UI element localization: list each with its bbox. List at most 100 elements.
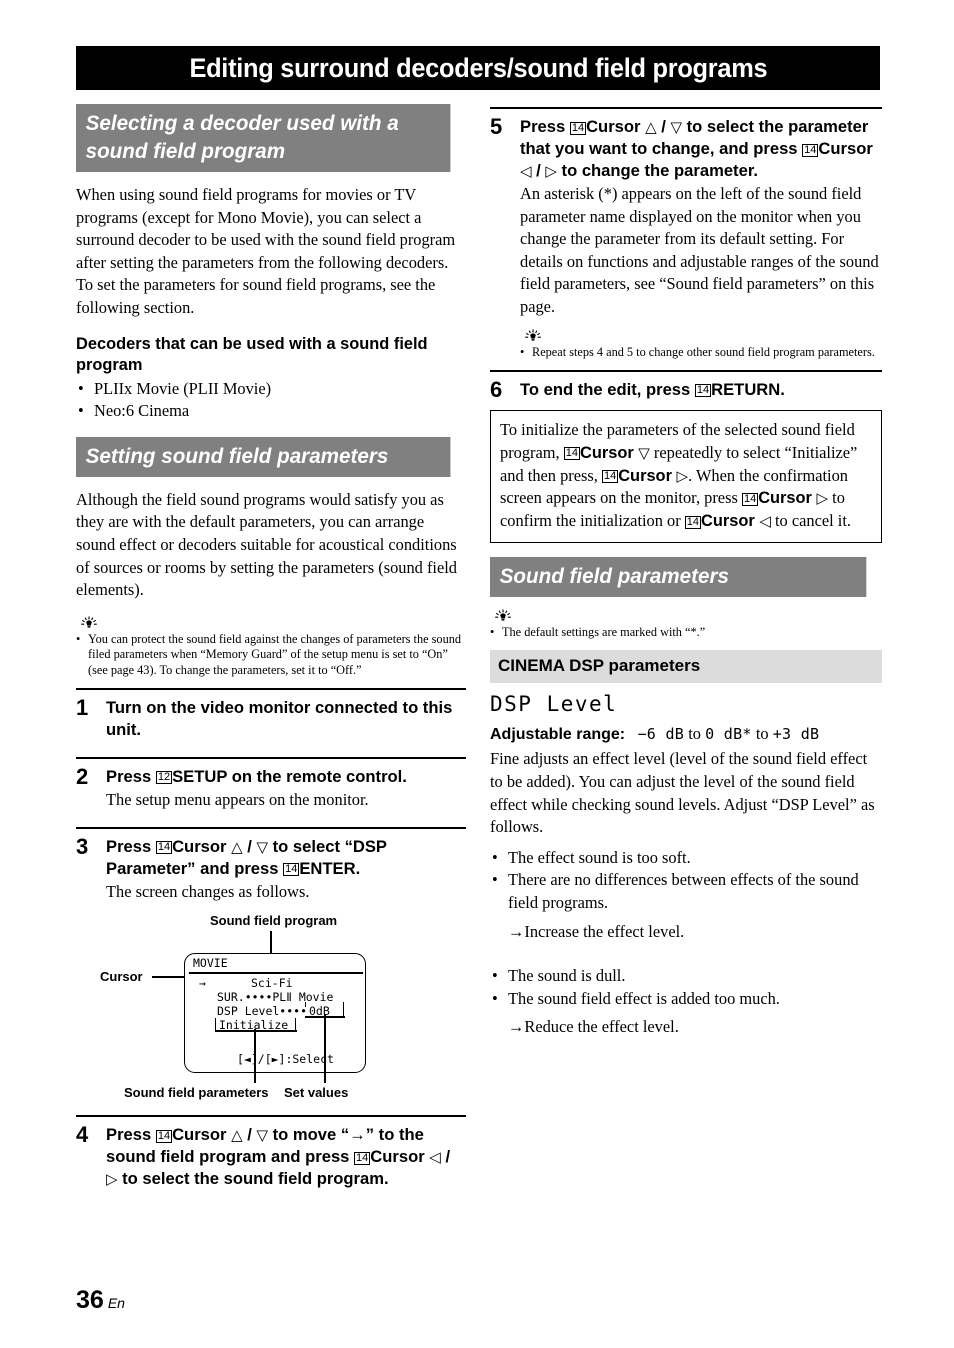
section-heading-setting-parameters: Setting sound field parameters <box>76 436 451 477</box>
tip-repeat-steps: Repeat steps 4 and 5 to change other sou… <box>520 329 882 360</box>
dsp-level-description: Fine adjusts an effect level (level of t… <box>490 749 875 837</box>
cursor-direction-glyph: ◁ <box>429 1148 441 1167</box>
manual-page: Editing surround decoders/sound field pr… <box>0 0 954 1348</box>
reduce-result: →Reduce the effect level. <box>508 1017 679 1037</box>
step-instruction: Press 12 SETUP on the remote control. <box>106 766 466 788</box>
setting-parameters-paragraph: Although the field sound programs would … <box>76 489 457 600</box>
step-5: 5 Press 14 Cursor △ / ▽ to select the par… <box>490 107 882 319</box>
increase-symptom-list: The effect sound is too soft. There are … <box>490 847 882 915</box>
tip-bulb-icon <box>525 329 541 341</box>
osd-figure: Sound field program Cursor MOVIE → Sci-F… <box>76 913 466 1109</box>
step-instruction: Turn on the video monitor connected to t… <box>106 697 466 741</box>
cursor-direction-glyph: ▽ <box>256 837 269 856</box>
text-run: Press <box>106 1125 156 1145</box>
cursor-direction-glyph: ▷ <box>676 466 689 485</box>
step-2: 2 Press 12 SETUP on the remote control. T… <box>76 756 466 812</box>
step-4: 4 Press 14 Cursor △ / ▽ to move “→” to th… <box>76 1115 466 1191</box>
text-run: Turn on the video monitor connected to t… <box>106 697 453 739</box>
cursor-direction-glyph: ◁ <box>520 162 532 180</box>
tip-bulb-icon <box>81 616 97 628</box>
page-number: 36 <box>76 1286 104 1314</box>
step-3: 3 Press 14 Cursor △ / ▽ to select “DSP Pa… <box>76 826 466 904</box>
remote-key-number: 14 <box>563 447 580 461</box>
text-run: Press <box>106 836 156 856</box>
tip-text: You can protect the sound field against … <box>76 632 466 678</box>
figure-leader-line-values <box>324 1015 326 1084</box>
text-run: Cursor <box>370 1147 430 1167</box>
tip-list: You can protect the sound field against … <box>76 632 466 678</box>
initialize-note-text: To initialize the parameters of the sele… <box>500 419 872 533</box>
step-6: 6 To end the edit, press 14 RETURN. <box>490 369 882 402</box>
osd-line-select-hint: [◄]/[►]:Select <box>237 1052 334 1067</box>
list-item: The sound field effect is added too much… <box>490 988 882 1011</box>
text-run: ENTER. <box>299 858 361 878</box>
range-max-value: +3 dB <box>772 725 820 744</box>
step-instruction: Press 14 Cursor △ / ▽ to select “DSP Para… <box>106 836 466 880</box>
text-run: / <box>242 1125 257 1145</box>
decoder-bullet-list: PLIIx Movie (PLII Movie) Neo:6 Cinema <box>76 378 466 423</box>
figure-label-sound-field-parameters: Sound field parameters <box>124 1085 269 1101</box>
section-heading-sound-field-parameters: Sound field parameters <box>490 556 867 597</box>
bracket-setvalues-left <box>305 1002 307 1008</box>
tip-list: The default settings are marked with “*.… <box>490 625 882 641</box>
cursor-direction-glyph: △ <box>231 837 243 856</box>
step-detail: The setup menu appears on the monitor. <box>106 789 369 809</box>
text-run: Cursor <box>172 1125 232 1145</box>
osd-line-dsp-level: DSP Level•••• <box>217 1004 308 1019</box>
cursor-direction-glyph: △ <box>231 1126 243 1145</box>
remote-key-number: 14 <box>694 384 712 398</box>
figure-label-set-values: Set values <box>284 1085 349 1101</box>
bracket-setvalues-right <box>343 1002 345 1017</box>
step-1: 1 Turn on the video monitor connected to… <box>76 687 466 742</box>
page-language-code: En <box>107 1295 125 1311</box>
cursor-direction-glyph: ▽ <box>638 443 650 462</box>
cursor-direction-glyph: ▷ <box>816 489 829 508</box>
osd-divider <box>189 972 363 974</box>
remote-key-number: 14 <box>601 470 619 484</box>
increase-result: →Increase the effect level. <box>508 921 685 941</box>
remote-key-number: 14 <box>741 492 759 506</box>
right-column: 5 Press 14 Cursor △ / ▽ to select the par… <box>490 104 882 1039</box>
decoders-subheading: Decoders that can be used with a sound f… <box>76 334 428 374</box>
emphasized-control-name: Cursor <box>701 512 760 531</box>
range-min-value: −6 dB <box>637 725 685 744</box>
cursor-direction-glyph: ▷ <box>106 1170 118 1189</box>
list-item: The sound is dull. <box>490 965 882 988</box>
step-number: 3 <box>76 833 89 859</box>
tip-bulb-icon <box>495 609 511 621</box>
text-run: / <box>242 836 257 856</box>
text-run: Cursor <box>172 836 232 856</box>
tip-text: The default settings are marked with “*.… <box>490 625 882 641</box>
range-connector-1: to <box>688 724 701 744</box>
text-run: Cursor <box>586 117 646 136</box>
text-run: on the remote control. <box>227 766 407 786</box>
tip-default-settings: The default settings are marked with “*.… <box>490 609 882 641</box>
step-number: 2 <box>76 763 89 789</box>
left-column: Selecting a decoder used with a sound fi… <box>76 104 466 1191</box>
section-heading-selecting-decoder: Selecting a decoder used with a sound fi… <box>76 104 451 172</box>
step-instruction: To end the edit, press 14 RETURN. <box>520 379 882 401</box>
osd-program-name: Sci-Fi <box>251 976 293 991</box>
cursor-direction-glyph: ◁ <box>759 512 771 531</box>
cursor-direction-glyph: △ <box>645 118 657 136</box>
osd-screen: MOVIE → Sci-Fi SUR.••••PLⅡ Movie DSP Lev… <box>184 953 366 1074</box>
text-run: / <box>531 161 546 180</box>
bracket-params-bottom <box>215 1030 297 1032</box>
cursor-direction-glyph: ▷ <box>545 162 557 180</box>
osd-line-sur: SUR.••••PLⅡ Movie <box>217 990 334 1005</box>
text-run: RETURN. <box>711 379 785 399</box>
range-default-value: 0 dB* <box>705 725 752 744</box>
remote-key-number: 14 <box>155 841 173 855</box>
step-detail: An asterisk (*) appears on the left of t… <box>520 184 879 316</box>
text-run: SETUP <box>172 766 228 786</box>
bracket-params-left <box>215 1018 217 1031</box>
text-run: Press <box>520 117 570 136</box>
list-item: The effect sound is too soft. <box>490 847 882 870</box>
text-run: Press <box>106 766 156 786</box>
step-number: 1 <box>76 694 89 720</box>
tip-memory-guard: You can protect the sound field against … <box>76 616 466 678</box>
list-item: Neo:6 Cinema <box>76 400 466 423</box>
cursor-direction-glyph: ▽ <box>256 1126 269 1145</box>
figure-leader-line-params <box>254 1029 256 1084</box>
list-item: PLIIx Movie (PLII Movie) <box>76 378 466 401</box>
